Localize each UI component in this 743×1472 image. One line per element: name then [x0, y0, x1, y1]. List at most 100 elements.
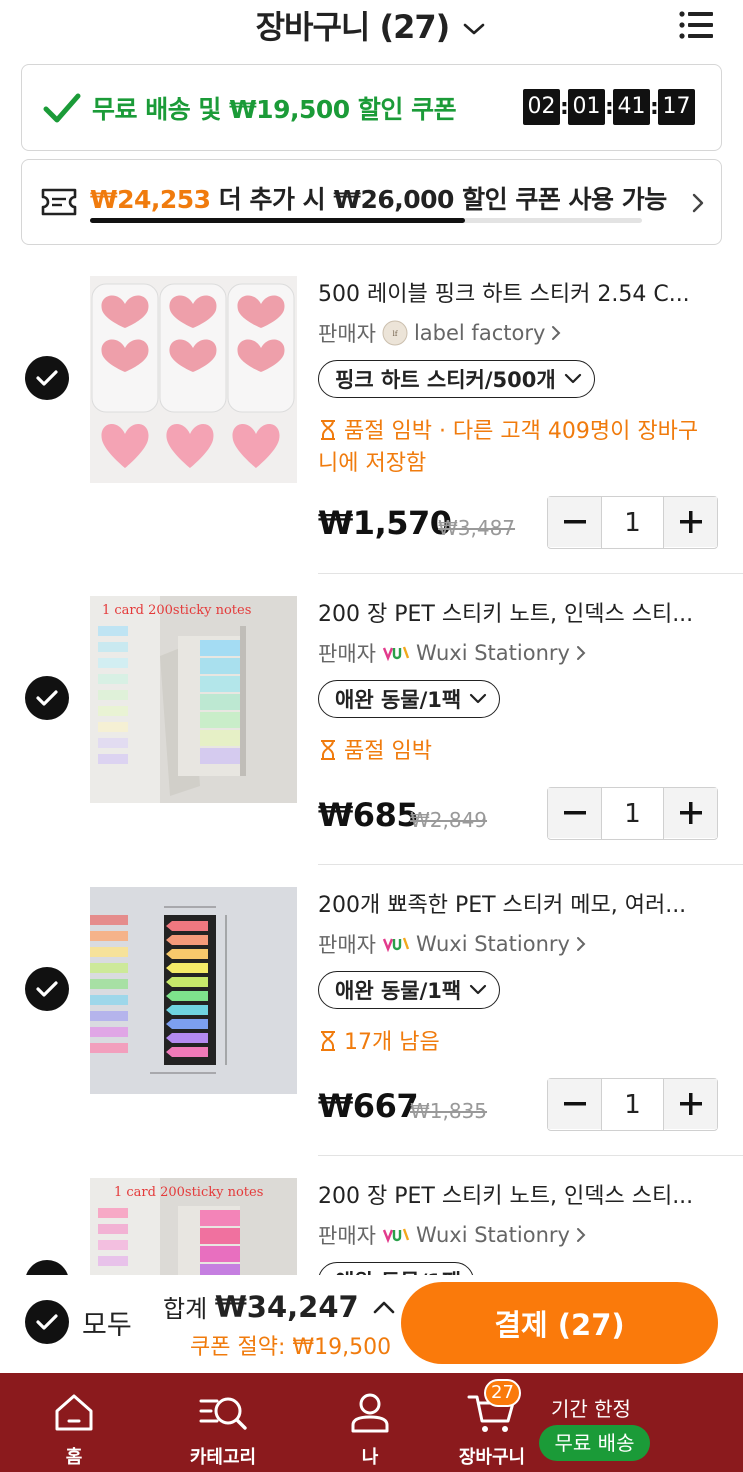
item-select-checkbox[interactable] [25, 1260, 69, 1275]
chevron-right-icon [552, 326, 561, 340]
product-image[interactable] [90, 276, 297, 483]
coupon-progress-bar [90, 218, 642, 223]
menu-list-icon[interactable] [679, 10, 713, 40]
select-all-checkbox[interactable] [25, 1300, 69, 1344]
free-shipping-pill[interactable]: 무료 배송 [539, 1425, 650, 1461]
chevron-right-icon [576, 1228, 586, 1242]
product-image[interactable] [90, 887, 297, 1094]
seller-name: Wuxi Stationry [415, 641, 570, 665]
seller-label: 판매자 [318, 322, 376, 346]
tab-me-label: 나 [361, 1447, 379, 1468]
coupon-progress-banner[interactable]: ₩24,253 더 추가 시 ₩26,000 할인 쿠폰 사용 가능 [21, 159, 722, 245]
seller-name: Wuxi Stationry [415, 1223, 570, 1247]
product-title[interactable]: 200 장 PET 스티키 노트, 인덱스 스티... [318, 1178, 708, 1210]
stock-warning: 17개 남음 [318, 1027, 708, 1059]
seller-logo-icon: lf [382, 320, 408, 346]
quantity-stepper: 1 [547, 496, 718, 549]
quantity-value[interactable]: 1 [601, 497, 664, 548]
decrease-quantity-button[interactable] [548, 1079, 601, 1129]
timer-seconds: 41 [613, 89, 650, 125]
decrease-quantity-button[interactable] [548, 788, 601, 838]
quantity-value[interactable]: 1 [601, 788, 664, 839]
hourglass-icon [321, 740, 335, 760]
chevron-down-icon [564, 373, 581, 384]
seller-label: 판매자 [318, 1224, 376, 1248]
stock-text: 품절 임박 [344, 739, 432, 764]
check-icon [36, 1314, 58, 1330]
original-price: ₩3,487 [438, 516, 516, 540]
seller-link[interactable]: 판매자 Wuxi Stationry [318, 1220, 588, 1250]
variant-selector[interactable]: 애완 동물/1팩 [318, 1262, 475, 1275]
cart-title-dropdown[interactable]: 장바구니 (27) [0, 2, 743, 48]
item-select-checkbox[interactable] [25, 356, 69, 400]
timer-hours: 02 [523, 89, 560, 125]
seller-link[interactable]: 판매자 Wuxi Stationry [318, 638, 588, 668]
cart-item: 500 레이블 핑크 하트 스티커 2.54 C... 판매자 lf label… [0, 276, 743, 574]
seller-link[interactable]: 판매자 Wuxi Stationry [318, 929, 588, 959]
product-image[interactable]: 1 card 200sticky notes [90, 596, 297, 803]
item-select-checkbox[interactable] [25, 676, 69, 720]
quantity-value[interactable]: 1 [601, 1079, 664, 1130]
sale-price: ₩685 [318, 796, 419, 834]
item-select-checkbox[interactable] [25, 967, 69, 1011]
hourglass-icon [321, 420, 335, 440]
tab-cart[interactable]: 장바구니 27 [452, 1373, 532, 1472]
coupon-remaining-amount: ₩24,253 [90, 185, 211, 214]
stock-warning: 품절 임박 [318, 736, 708, 768]
minus-icon [563, 811, 586, 815]
coupon-message-text: 더 추가 시 ₩26,000 할인 쿠폰 사용 가능 [210, 185, 667, 214]
checkout-bar: 모두 합계 ₩34,247 쿠폰 절약: ₩19,500 결제 (27) [0, 1275, 743, 1373]
chevron-right-icon [576, 937, 586, 951]
product-image[interactable]: 1 card 200sticky notes [90, 1178, 297, 1275]
tab-home[interactable]: 홈 [44, 1373, 104, 1472]
variant-selector[interactable]: 애완 동물/1팩 [318, 971, 501, 1009]
chevron-down-icon [470, 984, 487, 995]
ticket-icon [41, 188, 77, 216]
quantity-stepper: 1 [547, 787, 718, 840]
seller-label: 판매자 [318, 642, 376, 666]
minus-icon [563, 520, 586, 524]
timer-frames: 17 [658, 89, 695, 125]
tab-category[interactable]: 카테고리 [180, 1373, 266, 1472]
tab-me[interactable]: 나 [340, 1373, 400, 1472]
seller-name: Wuxi Stationry [415, 932, 570, 956]
product-title[interactable]: 200개 뾰족한 PET 스티커 메모, 여러... [318, 887, 708, 919]
product-title[interactable]: 500 레이블 핑크 하트 스티커 2.54 C... [318, 276, 708, 308]
variant-selector[interactable]: 애완 동물/1팩 [318, 680, 501, 718]
sale-price: ₩1,570 [318, 504, 452, 542]
select-all-label[interactable]: 모두 [82, 1303, 132, 1342]
total-summary[interactable]: 합계 ₩34,247 [163, 1289, 396, 1324]
decrease-quantity-button[interactable] [548, 497, 601, 547]
tab-cart-label: 장바구니 [458, 1447, 526, 1468]
seller-label: 판매자 [318, 933, 376, 957]
plus-icon [679, 1093, 702, 1115]
free-shipping-banner: 무료 배송 및 ₩19,500 할인 쿠폰 02 : 01 : 41 : 17 [21, 64, 722, 151]
cart-item: 1 card 200sticky notes 200 장 PET 스티키 노트,… [0, 596, 743, 886]
seller-link[interactable]: 판매자 lf label factory [318, 318, 563, 348]
stock-warning: 품절 임박 · 다른 고객 409명이 장바구니에 저장함 [318, 416, 708, 480]
variant-selector[interactable]: 핑크 하트 스티커/500개 [318, 360, 595, 398]
plus-icon [679, 802, 702, 824]
chevron-right-icon [692, 193, 704, 213]
increase-quantity-button[interactable] [664, 497, 717, 547]
tab-home-label: 홈 [65, 1447, 83, 1468]
checkmark-icon [43, 93, 81, 123]
chevron-right-icon [576, 646, 586, 660]
product-title[interactable]: 200 장 PET 스티키 노트, 인덱스 스티... [318, 596, 708, 628]
stock-text: 품절 임박 · 다른 고객 409명이 장바구니에 저장함 [318, 419, 699, 476]
total-amount: ₩34,247 [214, 1290, 359, 1324]
coupon-saving: 쿠폰 절약: ₩19,500 [190, 1335, 392, 1360]
page-title: 장바구니 (27) [255, 8, 451, 46]
increase-quantity-button[interactable] [664, 788, 717, 838]
bottom-tab-bar: 홈 카테고리 나 장바구니 27 기간 한정 무료 배송 [0, 1373, 743, 1472]
increase-quantity-button[interactable] [664, 1079, 717, 1129]
coupon-message: ₩24,253 더 추가 시 ₩26,000 할인 쿠폰 사용 가능 [90, 180, 667, 216]
checkout-button[interactable]: 결제 (27) [401, 1282, 718, 1364]
tab-category-label: 카테고리 [189, 1447, 257, 1468]
quantity-stepper: 1 [547, 1078, 718, 1131]
check-icon [36, 370, 58, 386]
cart-count-badge: 27 [484, 1379, 521, 1407]
seller-logo-icon [382, 937, 410, 953]
free-shipping-text: 무료 배송 및 ₩19,500 할인 쿠폰 [92, 95, 457, 124]
hourglass-icon [321, 1031, 335, 1051]
